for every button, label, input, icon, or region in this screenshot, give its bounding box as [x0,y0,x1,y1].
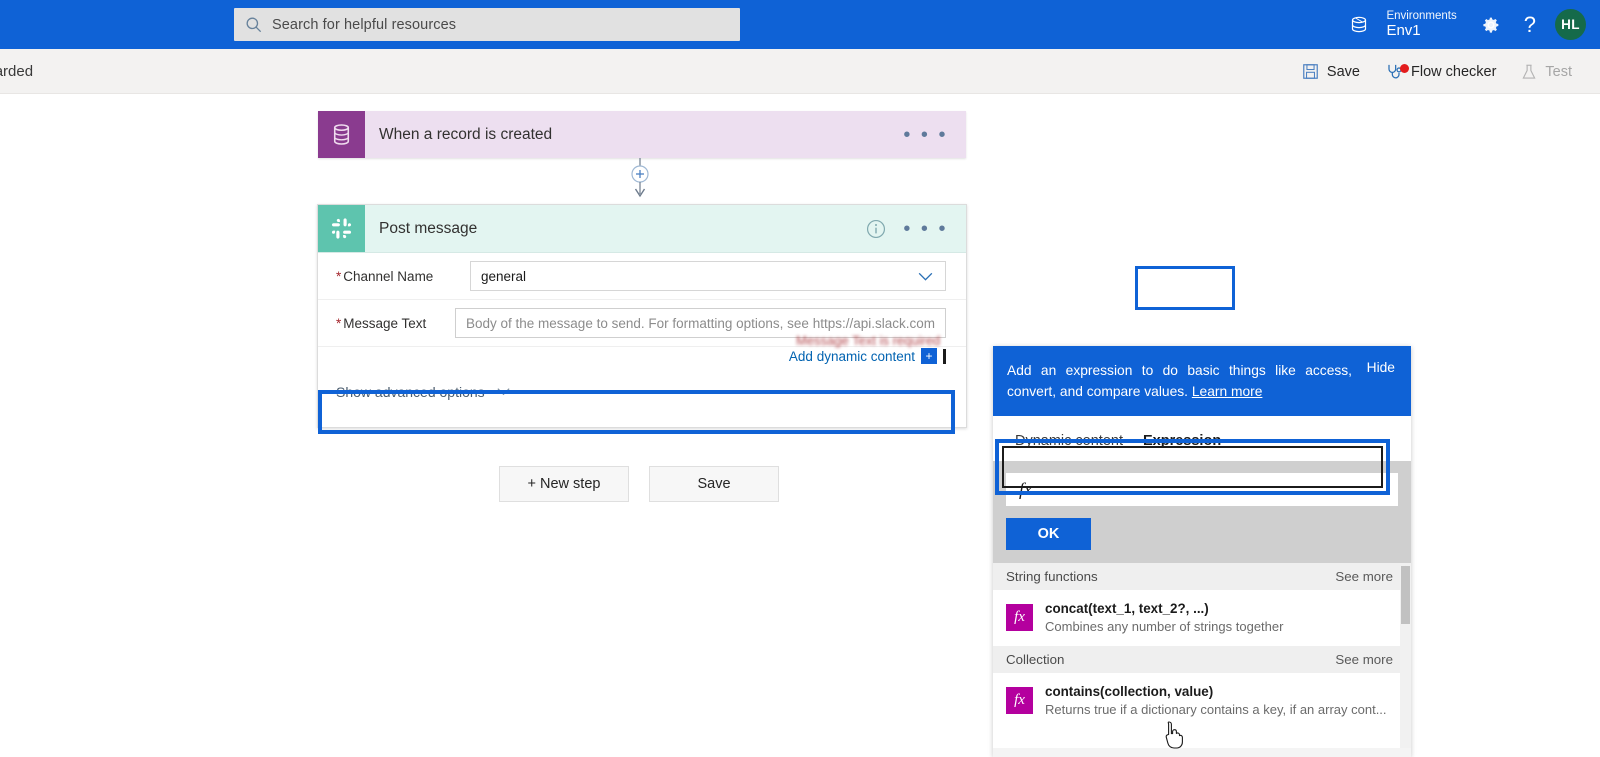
database-icon [333,124,350,145]
trigger-icon-box [318,111,365,158]
function-list-scrollbar[interactable] [1400,563,1411,748]
gear-icon [1483,17,1499,33]
top-command-bar: Search for helpful resources Environment… [0,0,1600,49]
tab-expression[interactable]: Expression [1133,433,1231,461]
save-disk-icon [1303,64,1318,79]
function-text-block: concat(text_1, text_2?, ...) Combines an… [1045,600,1283,636]
function-name: concat(text_1, text_2?, ...) [1045,601,1209,616]
action-icon-box [318,205,365,252]
new-step-button[interactable]: + New step [499,466,629,502]
flask-icon [1522,64,1536,79]
message-text-placeholder: Body of the message to send. For formatt… [466,315,935,331]
fx-icon: fx [1006,686,1033,714]
tab-dynamic-content[interactable]: Dynamic content [1005,433,1133,461]
help-question-icon: ? [1523,11,1536,37]
add-dynamic-content-plus-icon: + [921,348,937,364]
save-button-label: Save [1326,63,1360,80]
channel-name-select[interactable]: general [470,261,946,291]
expression-panel: Add an expression to do basic things lik… [993,346,1411,757]
info-icon[interactable] [865,218,887,240]
settings-button[interactable] [1469,0,1513,49]
test-button-label: Test [1545,63,1572,80]
add-dynamic-content-button[interactable]: Add dynamic content + [789,348,946,364]
environment-name: Env1 [1386,21,1421,39]
expression-editor-area: fx [993,461,1411,506]
function-item-concat[interactable]: fx concat(text_1, text_2?, ...) Combines… [993,590,1411,646]
show-advanced-options-label: Show advanced options [336,383,485,400]
add-step-connector[interactable] [620,158,660,198]
test-button[interactable]: Test [1510,57,1582,87]
power-automate-flow-designer: Search for helpful resources Environment… [0,0,1600,757]
hide-banner-button[interactable]: Hide [1367,360,1395,375]
environments-label: Environments [1386,9,1457,22]
environment-selector[interactable]: Environments Env1 [1382,10,1468,40]
section-title: String functions [1006,569,1098,584]
function-item-contains[interactable]: fx contains(collection, value) Returns t… [993,672,1411,729]
add-dynamic-content-label: Add dynamic content [788,348,915,364]
flow-checker-label: Flow checker [1410,63,1497,80]
fx-icon: fx [1006,604,1033,632]
help-button[interactable]: ? [1513,0,1547,49]
search-placeholder: Search for helpful resources [272,16,457,33]
function-description: Returns true if a dictionary contains a … [1045,701,1387,717]
see-more-string-functions[interactable]: See more [1335,569,1393,584]
breadcrumb[interactable]: Onboarded [0,49,33,94]
function-name: contains(collection, value) [1045,683,1214,699]
environments-button[interactable] [1336,0,1382,49]
save-button[interactable]: Save [1291,56,1370,87]
panel-callout-pointer [978,443,994,469]
action-card-post-message: Post message • • • * Channel Name general [317,204,967,428]
function-text-block: contains(collection, value) Returns true… [1045,683,1387,719]
flow-canvas: When a record is created • • • Post mess… [0,94,1600,757]
flow-toolbar: Onboarded Save Flow checker [0,49,1600,94]
message-text-validation: Message Text is required [796,333,941,348]
action-card-header[interactable]: Post message • • • [318,205,966,253]
field-row-channel-name: * Channel Name general [318,253,966,300]
chevron-down-icon [497,388,510,396]
trigger-title: When a record is created [379,125,553,143]
expression-input[interactable]: fx [1006,473,1398,506]
scrollbar-thumb[interactable] [1401,566,1410,624]
chevron-down-icon [918,272,933,281]
trigger-menu-button[interactable]: • • • [903,125,966,145]
avatar[interactable]: HL [1555,9,1586,40]
ok-button[interactable]: OK [1006,518,1091,550]
top-bar-right-cluster: Environments Env1 ? HL [1336,0,1600,49]
expression-banner: Add an expression to do basic things lik… [993,346,1411,416]
environments-globe-icon [1352,16,1367,32]
required-asterisk: * [336,268,342,284]
learn-more-link[interactable]: Learn more [1192,384,1263,399]
section-header-collection: Collection See more [993,645,1411,673]
channel-name-value: general [481,268,527,284]
action-title: Post message [379,219,478,237]
required-asterisk: * [336,315,342,331]
function-list: String functions See more fx concat(text… [993,563,1411,748]
toolbar-actions: Save Flow checker Test [1291,49,1582,94]
flow-checker-alert-badge [1399,63,1409,73]
see-more-collection[interactable]: See more [1335,652,1393,667]
section-title: Collection [1006,651,1065,667]
expression-banner-text: Add an expression to do basic things lik… [1007,363,1352,400]
canvas-footer-buttons: + New step Save [499,466,779,502]
section-header-string-functions: String functions See more [993,563,1411,590]
panel-tabs: Dynamic content Expression [993,416,1411,461]
save-flow-button[interactable]: Save [649,466,779,502]
slack-hash-icon [331,218,352,239]
text-cursor [943,348,946,364]
channel-name-label: * Channel Name [336,268,434,284]
show-advanced-options-button[interactable]: Show advanced options [336,383,512,400]
search-icon [246,17,262,32]
annotation-expression-tab-highlight [1135,266,1235,310]
search-input[interactable]: Search for helpful resources [234,8,740,41]
fx-icon: fx [1019,479,1032,499]
trigger-card[interactable]: When a record is created • • • [318,111,966,158]
action-menu-button[interactable]: • • • [903,219,966,239]
function-description: Combines any number of strings together [1045,619,1284,635]
flow-checker-button[interactable]: Flow checker [1374,56,1506,88]
message-text-label: * Message Text [336,315,427,331]
expression-ok-row: OK [993,506,1411,563]
